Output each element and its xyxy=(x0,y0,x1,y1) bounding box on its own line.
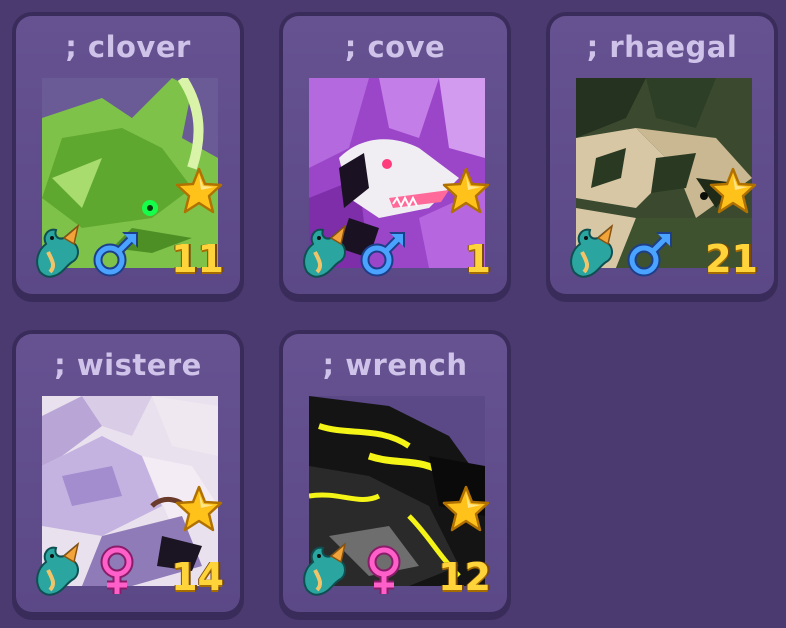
dragon-species-icon xyxy=(36,223,80,278)
star-icon xyxy=(709,167,757,214)
pet-card-body: ; cove 1 xyxy=(283,16,507,294)
pet-card-rhaegal[interactable]: ; rhaegal 21 xyxy=(546,12,778,302)
male-symbol-icon xyxy=(360,232,405,277)
pet-name: ; cove xyxy=(344,30,446,64)
pet-card-body: ; rhaegal 21 xyxy=(550,16,774,294)
pet-level: 1 xyxy=(464,237,491,281)
pet-level: 14 xyxy=(171,555,224,599)
dragon-species-icon xyxy=(570,223,614,278)
dragon-species-icon xyxy=(303,223,347,278)
pet-level: 11 xyxy=(171,237,224,281)
female-symbol-icon xyxy=(367,545,401,594)
pet-card-wistere[interactable]: ; wistere 14 xyxy=(12,330,244,620)
female-symbol-icon xyxy=(100,545,134,594)
pet-name: ; wistere xyxy=(54,348,202,382)
dragon-species-icon xyxy=(303,541,347,596)
pet-name: ; rhaegal xyxy=(586,30,738,64)
pet-card-body: ; clover 11 xyxy=(16,16,240,294)
star-icon xyxy=(442,167,490,214)
pet-level: 12 xyxy=(438,555,491,599)
pet-level: 21 xyxy=(705,237,758,281)
male-symbol-icon xyxy=(627,232,672,277)
male-symbol-icon xyxy=(93,232,138,277)
dragon-species-icon xyxy=(36,541,80,596)
pet-card-body: ; wrench 12 xyxy=(283,334,507,612)
pet-card-wrench[interactable]: ; wrench 12 xyxy=(279,330,511,620)
pet-name: ; clover xyxy=(65,30,191,64)
pet-card-clover[interactable]: ; clover 11 xyxy=(12,12,244,302)
star-icon xyxy=(442,485,490,532)
pet-card-cove[interactable]: ; cove 1 xyxy=(279,12,511,302)
pet-name: ; wrench xyxy=(322,348,468,382)
star-icon xyxy=(175,485,223,532)
pet-card-body: ; wistere 14 xyxy=(16,334,240,612)
star-icon xyxy=(175,167,223,214)
